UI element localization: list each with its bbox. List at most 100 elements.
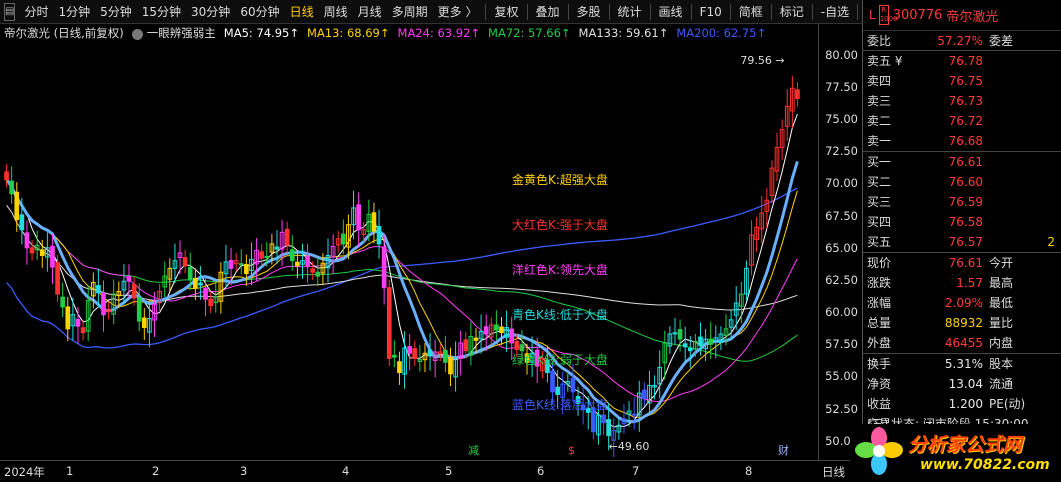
ask-row[interactable]: 卖五 ¥ 76.78 (863, 51, 1061, 71)
row-label: 净资 (867, 377, 892, 391)
toolbar-button[interactable]: -自选 (816, 0, 854, 24)
date-tick-label: 5 (445, 464, 453, 478)
period-tab[interactable]: 多周期 (387, 0, 433, 24)
date-tick-label: 4 (342, 464, 350, 478)
price-tick-label: 52.50 (825, 401, 858, 416)
date-tick-label: 3 (240, 464, 248, 478)
watermark-title: 分析家公式网 (908, 434, 1023, 456)
candle-body (315, 271, 321, 277)
bid-row[interactable]: 买二 76.60 (863, 172, 1061, 192)
quote-row: 换手 5.31% 股本 (863, 354, 1061, 374)
candle-body (274, 246, 280, 250)
toolbar-button[interactable]: 画线 (654, 0, 688, 24)
toolbar-button[interactable]: 叠加 (531, 0, 565, 24)
candle-body (259, 251, 265, 259)
toolbar-button[interactable]: 标记 (775, 0, 809, 24)
candle-body (264, 256, 270, 259)
candle-body (412, 348, 418, 359)
price-tick-label: 80.00 (825, 47, 858, 62)
candle-body (193, 277, 198, 289)
bid-row[interactable]: 买五 76.57 2 (863, 232, 1061, 252)
color-legend-note: 大红色K:强于大盘 (512, 217, 608, 232)
row-label: 外盘 (867, 336, 892, 350)
period-tab[interactable]: 5分钟 (95, 0, 137, 24)
date-tick-label: 7 (632, 464, 640, 478)
toolbar-button[interactable]: F10 (695, 0, 727, 24)
row-label-2: 股本 (989, 357, 1014, 371)
event-marker-icon: $ (568, 444, 575, 457)
candle-body (136, 297, 142, 322)
period-tab[interactable]: 日线 (285, 0, 319, 24)
ask-row[interactable]: 卖四 76.75 (863, 71, 1061, 91)
price-tick-label: 55.00 (825, 369, 858, 384)
ask-row[interactable]: 卖二 76.72 (863, 111, 1061, 131)
row-label-2: PE(动) (989, 397, 1026, 411)
bid-volume (987, 212, 1061, 232)
period-tab[interactable]: 1分钟 (53, 0, 95, 24)
price-tick-label: 57.50 (825, 337, 858, 352)
period-tab[interactable]: 30分钟 (186, 0, 235, 24)
watermark-url: www.70822.com (920, 457, 1050, 473)
quote-row: 涨跌 1.57 最高 (863, 273, 1061, 293)
stock-code: 300776 (892, 7, 943, 23)
bid-row[interactable]: 买四 76.58 (863, 212, 1061, 232)
candle-body (386, 287, 392, 359)
toolbar-button[interactable]: 简框 (734, 0, 768, 24)
candle-body (698, 336, 703, 347)
stock-header: L R 1000 300776 帝尔激光 (863, 0, 1061, 31)
toolbar-button[interactable]: 多股 (572, 0, 606, 24)
color-legend-note: 金黄色K:超强大盘 (512, 172, 608, 187)
menu-icon[interactable]: ▤ (4, 2, 16, 21)
indicator-name[interactable]: 一眼辨强弱主 (147, 25, 216, 41)
axis-period-label[interactable]: 日线 (822, 464, 845, 480)
candle-body (514, 340, 520, 350)
ma-legend-item: MA13: 68.69↑ (307, 26, 390, 40)
period-tab[interactable]: 60分钟 (235, 0, 284, 24)
candle-body (509, 328, 515, 344)
ask-volume (987, 91, 1061, 111)
stock-name: 帝尔激光 (946, 9, 999, 25)
candle-body (101, 292, 106, 316)
ma-legend-item: MA133: 59.61↑ (578, 26, 669, 40)
bid-row[interactable]: 买一 76.61 (863, 152, 1061, 172)
price-tick-label: 77.50 (825, 80, 858, 94)
toolbar-divider (729, 3, 731, 20)
candle-body (392, 354, 397, 358)
period-tab[interactable]: 更多 〉 (433, 0, 483, 24)
candle-body (340, 233, 346, 245)
candle-body (555, 386, 560, 395)
period-tab[interactable]: 分时 (19, 0, 53, 24)
candle-body (131, 283, 137, 299)
candle-body (499, 326, 504, 334)
candle-body (284, 228, 290, 246)
price-tick-label: 67.50 (825, 208, 858, 223)
toolbar-button[interactable]: 统计 (613, 0, 647, 24)
candle-body (65, 306, 71, 330)
toolbar-divider (649, 3, 651, 20)
row-label: 现价 (867, 256, 892, 270)
period-tab[interactable]: 15分钟 (137, 0, 186, 24)
ask-price: 76.75 (948, 74, 983, 88)
indicator-toggle-icon[interactable] (131, 28, 143, 40)
ma13-line (6, 179, 798, 418)
candle-body (550, 370, 555, 393)
toolbar-divider (608, 3, 610, 20)
candle-body (39, 249, 45, 257)
row-label-2: 内盘 (989, 336, 1014, 350)
toolbar-button[interactable]: 复权 (489, 0, 523, 24)
bid-volume (987, 192, 1061, 212)
candle-body (631, 413, 637, 416)
candle-body (14, 191, 20, 220)
candlestick-chart[interactable]: 79.56 → ←49.60 金黄色K:超强大盘大红色K:强于大盘洋红色K:领先大盘… (0, 42, 818, 460)
period-tab[interactable]: 月线 (353, 0, 387, 24)
bid-price: 76.58 (948, 215, 983, 229)
candle-body (601, 414, 606, 424)
period-toolbar: ▤ 分时 1分钟 5分钟 15分钟 30分钟 60分钟 日线 周线 月线 多周期 更多 〉 复权 叠加… (0, 0, 890, 24)
bid-book: 买一 76.61 买二 76.60 买三 76.59 买四 76.58 买五 76.57 2 (863, 152, 1061, 253)
bid-row[interactable]: 买三 76.59 (863, 192, 1061, 212)
candle-body (29, 247, 35, 254)
ask-row[interactable]: 卖三 76.73 (863, 91, 1061, 111)
period-tab[interactable]: 周线 (319, 0, 353, 24)
ask-row[interactable]: 卖一 76.68 (863, 131, 1061, 151)
candle-body (519, 344, 525, 352)
